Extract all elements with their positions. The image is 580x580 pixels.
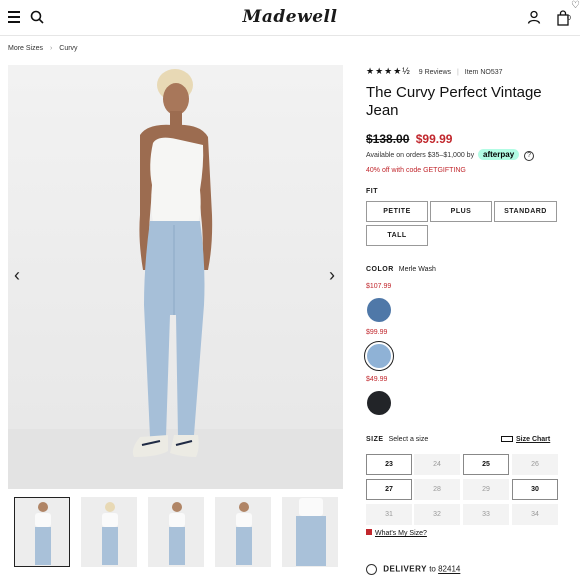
breadcrumb-separator: › — [49, 45, 53, 52]
afterpay-row: Available on orders $35–$1,000 by afterp… — [366, 149, 576, 161]
delivery-to: to — [429, 564, 436, 574]
thumbnail-3[interactable] — [148, 497, 204, 567]
breadcrumb-curvy[interactable]: Curvy — [59, 45, 77, 52]
color-heading: COLOR — [366, 266, 394, 273]
size-28-button[interactable]: 28 — [414, 479, 460, 500]
delivery-radio[interactable] — [366, 564, 377, 575]
fit-tall-button[interactable]: TALL — [366, 225, 428, 246]
size-29-button[interactable]: 29 — [463, 479, 509, 500]
size-24-button[interactable]: 24 — [414, 454, 460, 475]
item-number: Item NO537 — [464, 69, 503, 76]
swatch-price-2: $99.99 — [366, 329, 388, 336]
tape-measure-icon — [366, 529, 372, 535]
model-figure — [132, 69, 213, 457]
thumbnail-5[interactable] — [282, 497, 338, 567]
thumbnail-1[interactable] — [14, 497, 70, 567]
whats-my-size-link[interactable]: What's My Size? — [366, 529, 427, 537]
bag-count: 0 — [567, 15, 571, 22]
color-selected-name: Merle Wash — [398, 266, 436, 273]
reviews-link[interactable]: 9 Reviews — [419, 69, 451, 76]
size-chart-label: Size Chart — [516, 436, 551, 443]
delivery-option: DELIVERY to 82414 — [366, 564, 460, 575]
size-27-button[interactable]: 27 — [366, 479, 412, 500]
afterpay-badge: afterpay — [478, 149, 520, 160]
rating-row: ★★★★½ 9 Reviews | Item NO537 — [366, 66, 576, 77]
info-icon[interactable]: ? — [524, 151, 535, 161]
size-30-button[interactable]: 30 — [512, 479, 558, 500]
whats-my-size-label[interactable]: What's My Size? — [375, 530, 427, 537]
size-label: SIZE Select a size — [366, 436, 428, 443]
product-main-image[interactable]: ‹ › — [8, 65, 343, 489]
size-25-button[interactable]: 25 — [463, 454, 509, 475]
size-prompt: Select a size — [388, 436, 429, 443]
size-33-button[interactable]: 33 — [463, 504, 509, 525]
color-swatch-1[interactable] — [367, 298, 391, 322]
size-26-button[interactable]: 26 — [512, 454, 558, 475]
breadcrumb-more-sizes[interactable]: More Sizes — [8, 45, 43, 52]
breadcrumb: More Sizes › Curvy — [8, 45, 78, 52]
delivery-zip-link[interactable]: 82414 — [438, 565, 460, 574]
gallery-next-arrow[interactable]: › — [329, 265, 335, 286]
divider: | — [456, 69, 459, 76]
fit-plus-button[interactable]: PLUS — [430, 201, 492, 222]
size-chart-link[interactable]: Size Chart — [501, 436, 550, 443]
size-heading: SIZE — [366, 436, 384, 443]
size-34-button[interactable]: 34 — [512, 504, 558, 525]
color-swatch-3[interactable] — [367, 391, 391, 415]
swatch-price-1: $107.99 — [366, 283, 392, 290]
brand-logo[interactable]: Madewell — [0, 7, 580, 27]
afterpay-text: Available on orders $35–$1,000 by — [366, 152, 475, 159]
thumbnail-2[interactable] — [81, 497, 137, 567]
promo-text: 40% off with code GETGIFTING — [366, 167, 466, 174]
original-price: $138.00 — [366, 132, 410, 146]
thumbnail-strip — [8, 497, 343, 567]
fit-label: FIT — [366, 188, 378, 195]
delivery-label: DELIVERY — [383, 564, 427, 574]
fit-petite-button[interactable]: PETITE — [366, 201, 428, 222]
account-icon[interactable] — [527, 10, 541, 24]
product-title: The Curvy Perfect Vintage Jean — [366, 84, 542, 119]
price-block: $138.00 $99.99 — [366, 132, 452, 146]
star-rating: ★★★★½ — [366, 66, 411, 76]
gallery-prev-arrow[interactable]: ‹ — [14, 265, 20, 286]
color-label: COLOR Merle Wash — [366, 266, 436, 273]
thumbnail-4[interactable] — [215, 497, 271, 567]
fit-standard-button[interactable]: STANDARD — [494, 201, 557, 222]
swatch-price-3: $49.99 — [366, 376, 388, 383]
site-header: Madewell 0 ♡ — [0, 0, 580, 36]
sale-price: $99.99 — [415, 132, 453, 146]
size-31-button[interactable]: 31 — [366, 504, 412, 525]
size-32-button[interactable]: 32 — [414, 504, 460, 525]
size-23-button[interactable]: 23 — [366, 454, 412, 475]
color-swatch-2[interactable] — [367, 344, 391, 368]
ruler-icon — [501, 436, 513, 443]
heart-icon[interactable]: ♡ — [571, 0, 580, 11]
